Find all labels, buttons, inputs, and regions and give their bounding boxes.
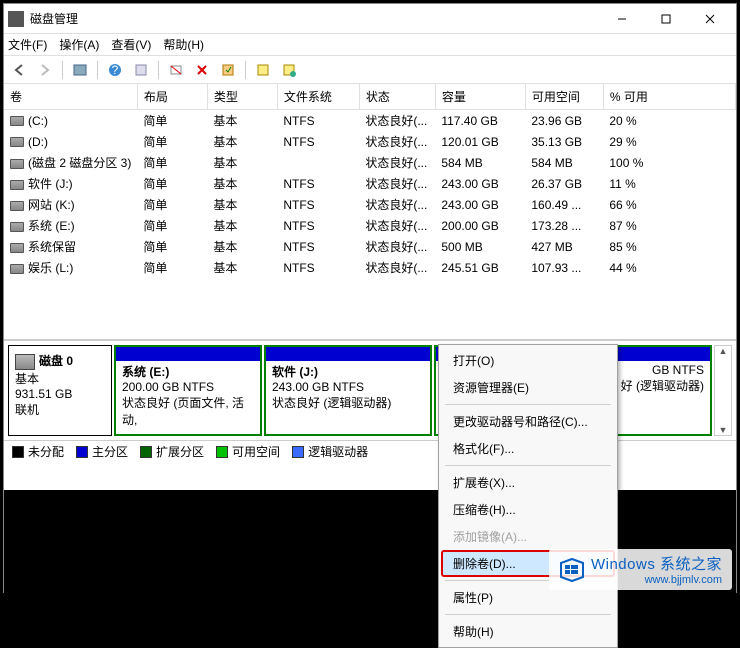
partition-title: 软件 (J:): [272, 363, 424, 380]
table-row[interactable]: 系统保留简单基本NTFS状态良好(...500 MB427 MB85 %: [4, 236, 736, 257]
legend: 未分配 主分区 扩展分区 可用空间 逻辑驱动器: [4, 440, 736, 462]
partition-title: 系统 (E:): [122, 363, 254, 380]
legend-swatch-free: [216, 446, 228, 458]
partition-status: 状态良好 (页面文件, 活动,: [122, 394, 254, 428]
watermark-line1: Windows 系统之家: [591, 553, 722, 574]
back-button[interactable]: [8, 59, 30, 81]
menu-action[interactable]: 操作(A): [59, 36, 99, 53]
cm-shrink[interactable]: 压缩卷(H)...: [441, 496, 615, 523]
volume-icon: [10, 137, 24, 147]
menu-file[interactable]: 文件(F): [8, 36, 47, 53]
app-icon: [8, 11, 24, 27]
menu-view[interactable]: 查看(V): [111, 36, 151, 53]
cm-open[interactable]: 打开(O): [441, 347, 615, 374]
col-type[interactable]: 类型: [207, 84, 277, 110]
titlebar[interactable]: 磁盘管理: [4, 4, 736, 34]
scroll-indicator[interactable]: ▲▼: [714, 345, 732, 436]
toolbar-icon-5[interactable]: [278, 59, 300, 81]
cm-add-mirror: 添加镜像(A)...: [441, 523, 615, 550]
legend-logical: 逻辑驱动器: [308, 443, 368, 460]
table-row[interactable]: 网站 (K:)简单基本NTFS状态良好(...243.00 GB160.49 .…: [4, 194, 736, 215]
forward-button[interactable]: [34, 59, 56, 81]
table-row[interactable]: 软件 (J:)简单基本NTFS状态良好(...243.00 GB26.37 GB…: [4, 173, 736, 194]
col-volume[interactable]: 卷: [4, 84, 137, 110]
table-row[interactable]: (D:)简单基本NTFS状态良好(...120.01 GB35.13 GB29 …: [4, 131, 736, 152]
delete-icon[interactable]: [191, 59, 213, 81]
volume-icon: [10, 222, 24, 232]
disk-icon: [15, 354, 35, 370]
menu-help[interactable]: 帮助(H): [163, 36, 204, 53]
context-menu: 打开(O) 资源管理器(E) 更改驱动器号和路径(C)... 格式化(F)...…: [438, 344, 618, 648]
volume-icon: [10, 201, 24, 211]
legend-swatch-primary: [76, 446, 88, 458]
table-row[interactable]: (C:)简单基本NTFS状态良好(...117.40 GB23.96 GB20 …: [4, 110, 736, 132]
partition-status: 状态良好 (逻辑驱动器): [272, 394, 424, 411]
legend-swatch-extended: [140, 446, 152, 458]
legend-swatch-logical: [292, 446, 304, 458]
legend-unallocated: 未分配: [28, 443, 64, 460]
legend-swatch-unallocated: [12, 446, 24, 458]
disk-label: 磁盘 0: [39, 354, 73, 368]
toolbar-icon-2[interactable]: [130, 59, 152, 81]
disk-size: 931.51 GB: [15, 387, 105, 401]
partition-size: 200.00 GB NTFS: [122, 380, 254, 394]
toolbar-icon-4[interactable]: [252, 59, 274, 81]
cm-help[interactable]: 帮助(H): [441, 618, 615, 645]
toolbar: ?: [4, 56, 736, 84]
svg-text:?: ?: [112, 63, 119, 77]
disk-view: 磁盘 0 基本 931.51 GB 联机 系统 (E:) 200.00 GB N…: [4, 340, 736, 440]
partition-block-selected[interactable]: 软件 (J:) 243.00 GB NTFS 状态良好 (逻辑驱动器): [264, 345, 432, 436]
partition-block[interactable]: 系统 (E:) 200.00 GB NTFS 状态良好 (页面文件, 活动,: [114, 345, 262, 436]
volume-icon: [10, 180, 24, 190]
table-row[interactable]: (磁盘 2 磁盘分区 3)简单基本状态良好(...584 MB584 MB100…: [4, 152, 736, 173]
help-icon[interactable]: ?: [104, 59, 126, 81]
menubar: 文件(F) 操作(A) 查看(V) 帮助(H): [4, 34, 736, 56]
disk-state: 联机: [15, 401, 105, 418]
toolbar-icon-3[interactable]: [217, 59, 239, 81]
volume-icon: [10, 159, 24, 169]
minimize-button[interactable]: [600, 5, 644, 33]
disk-type: 基本: [15, 370, 105, 387]
cm-change-letter[interactable]: 更改驱动器号和路径(C)...: [441, 408, 615, 435]
col-layout[interactable]: 布局: [137, 84, 207, 110]
windows-logo-icon: [559, 557, 585, 583]
col-pct[interactable]: % 可用: [603, 84, 735, 110]
close-button[interactable]: [688, 5, 732, 33]
watermark: Windows 系统之家 www.bjjmlv.com: [549, 549, 732, 590]
legend-extended: 扩展分区: [156, 443, 204, 460]
volume-icon: [10, 116, 24, 126]
col-status[interactable]: 状态: [359, 84, 435, 110]
table-row[interactable]: 系统 (E:)简单基本NTFS状态良好(...200.00 GB173.28 .…: [4, 215, 736, 236]
volume-icon: [10, 264, 24, 274]
legend-free: 可用空间: [232, 443, 280, 460]
toolbar-icon-1[interactable]: [69, 59, 91, 81]
cm-explorer[interactable]: 资源管理器(E): [441, 374, 615, 401]
legend-primary: 主分区: [92, 443, 128, 460]
volume-icon: [10, 243, 24, 253]
col-free[interactable]: 可用空间: [525, 84, 603, 110]
cm-extend[interactable]: 扩展卷(X)...: [441, 469, 615, 496]
maximize-button[interactable]: [644, 5, 688, 33]
col-capacity[interactable]: 容量: [435, 84, 525, 110]
cm-format[interactable]: 格式化(F)...: [441, 435, 615, 462]
window-title: 磁盘管理: [30, 10, 600, 27]
volume-table[interactable]: 卷 布局 类型 文件系统 状态 容量 可用空间 % 可用 (C:)简单基本NTF…: [4, 84, 736, 340]
col-fs[interactable]: 文件系统: [277, 84, 359, 110]
disk-info[interactable]: 磁盘 0 基本 931.51 GB 联机: [8, 345, 112, 436]
partition-size: 243.00 GB NTFS: [272, 380, 424, 394]
table-row[interactable]: 娱乐 (L:)简单基本NTFS状态良好(...245.51 GB107.93 .…: [4, 257, 736, 278]
refresh-icon[interactable]: [165, 59, 187, 81]
watermark-line2: www.bjjmlv.com: [591, 574, 722, 586]
